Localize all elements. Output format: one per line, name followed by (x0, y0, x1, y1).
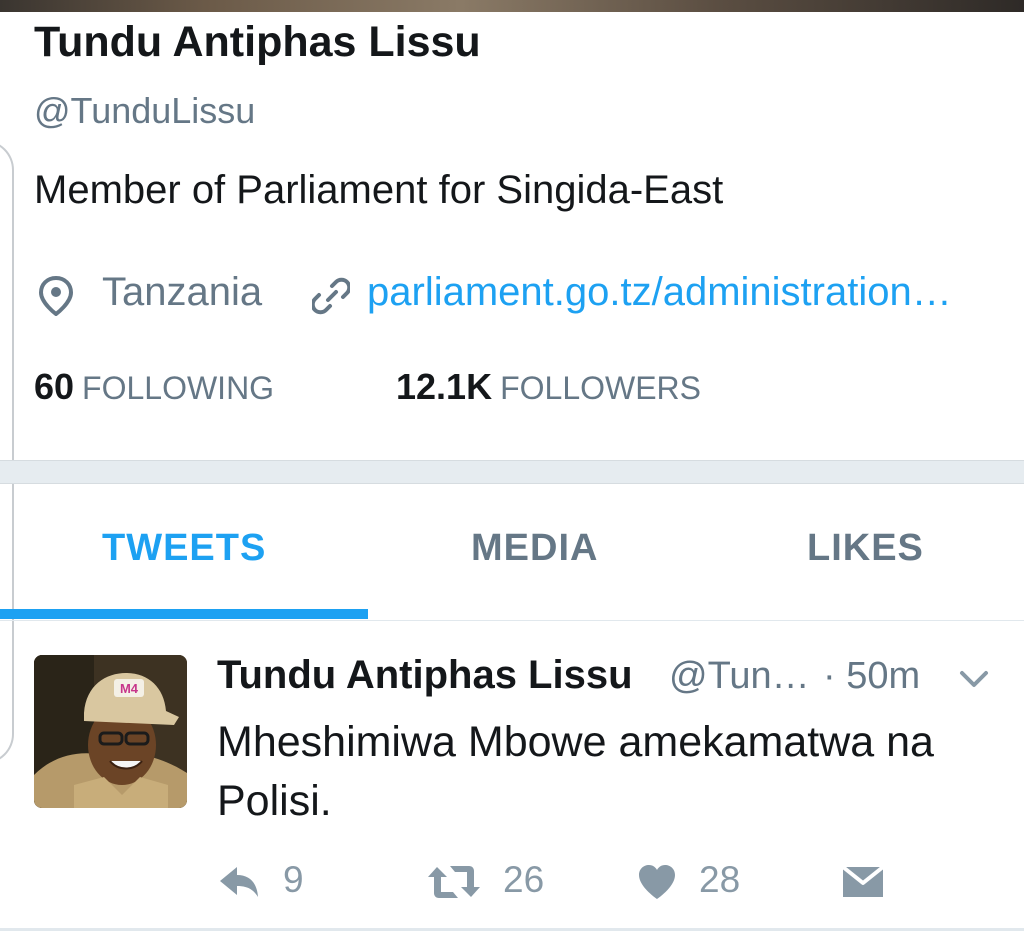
envelope-icon (841, 865, 885, 897)
retweet-count: 26 (503, 859, 545, 900)
heart-icon (639, 865, 675, 899)
profile-location: Tanzania (102, 270, 263, 314)
tweet-text: Mheshimiwa Mbowe amekamatwa na Polisi. (217, 718, 934, 825)
following-stat[interactable]: 60 FOLLOWING (34, 366, 274, 408)
tweet-timestamp[interactable]: · 50m (823, 655, 920, 698)
tweet-author-handle[interactable]: @Tun… (669, 655, 810, 698)
tab-likes[interactable]: LIKES (807, 527, 924, 570)
avatar-image: M4 (34, 655, 187, 808)
followers-label: FOLLOWERS (500, 370, 701, 406)
like-count: 28 (699, 859, 741, 900)
followers-count: 12.1K (396, 366, 493, 407)
following-count: 60 (34, 366, 75, 407)
reply-icon (220, 867, 258, 897)
profile-banner (0, 0, 1024, 12)
active-tab-indicator (0, 609, 368, 619)
tweet-item[interactable]: M4 Tundu Antiphas Lissu @Tun… · 50m Mhes… (0, 621, 1024, 931)
profile-handle: @TunduLissu (34, 90, 256, 131)
tab-media[interactable]: MEDIA (471, 527, 598, 570)
tweet-avatar[interactable]: M4 (34, 655, 187, 808)
profile-name: Tundu Antiphas Lissu (34, 18, 481, 66)
tab-tweets[interactable]: TWEETS (102, 527, 266, 570)
profile-bio: Member of Parliament for Singida-East (34, 168, 724, 212)
tweet-author-name[interactable]: Tundu Antiphas Lissu (217, 653, 633, 698)
tweet-header: Tundu Antiphas Lissu @Tun… · 50m (217, 653, 1007, 703)
link-icon (312, 277, 350, 315)
profile-meta: Tanzania parliament.go.tz/administration… (34, 268, 1014, 324)
profile-stats: 60 FOLLOWING 12.1K FOLLOWERS (34, 366, 1014, 414)
following-label: FOLLOWING (82, 370, 275, 406)
followers-stat[interactable]: 12.1K FOLLOWERS (396, 366, 701, 408)
tweet-actions: 9 26 28 (217, 859, 1007, 905)
section-divider (0, 460, 1024, 484)
profile-website-link[interactable]: parliament.go.tz/administration… (367, 270, 952, 315)
cap-logo-text: M4 (120, 681, 139, 696)
reply-count: 9 (283, 859, 304, 900)
map-pin-icon (38, 276, 74, 316)
profile-tabs: TWEETS MEDIA LIKES (0, 483, 1024, 621)
chevron-down-icon[interactable] (959, 667, 989, 691)
retweet-icon (428, 866, 480, 898)
